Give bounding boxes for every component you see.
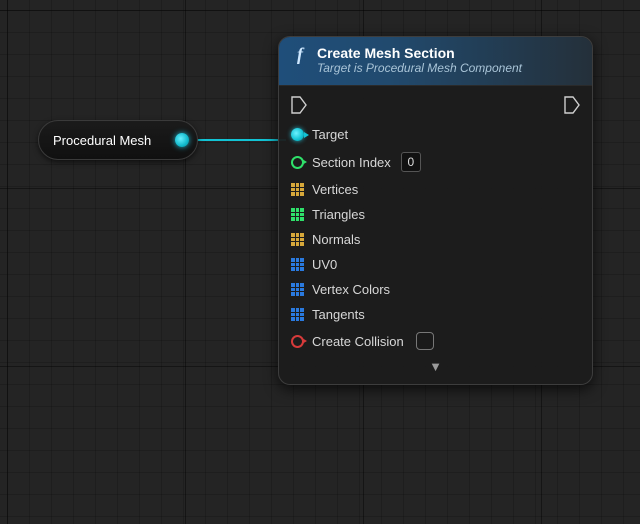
connection-wire (190, 139, 286, 141)
function-node-create-mesh-section[interactable]: f Create Mesh Section Target is Procedur… (278, 36, 593, 385)
pin-label: Vertex Colors (312, 282, 390, 297)
node-body: Target Section Index 0 Vertices Triangle… (279, 86, 592, 384)
pin-tangents[interactable]: Tangents (289, 302, 582, 327)
pin-label: Normals (312, 232, 360, 247)
pin-triangles[interactable]: Triangles (289, 202, 582, 227)
expand-node-button[interactable]: ▼ (289, 355, 582, 374)
pin-label: Triangles (312, 207, 365, 222)
chevron-down-icon: ▼ (429, 359, 442, 374)
object-pin-icon[interactable] (291, 128, 304, 141)
pin-target[interactable]: Target (289, 122, 582, 147)
pin-uv0[interactable]: UV0 (289, 252, 582, 277)
exec-input-pin[interactable] (291, 96, 307, 114)
pin-label: Create Collision (312, 334, 404, 349)
output-pin-procedural-mesh[interactable] (175, 133, 189, 147)
pin-label: UV0 (312, 257, 337, 272)
int-pin-icon[interactable] (291, 156, 304, 169)
array-pin-icon[interactable] (291, 208, 304, 221)
pin-vertex-colors[interactable]: Vertex Colors (289, 277, 582, 302)
array-pin-icon[interactable] (291, 183, 304, 196)
section-index-input[interactable]: 0 (401, 152, 421, 172)
array-pin-icon[interactable] (291, 258, 304, 271)
create-collision-checkbox[interactable] (416, 332, 434, 350)
pin-label: Target (312, 127, 348, 142)
pin-label: Vertices (312, 182, 358, 197)
node-subtitle: Target is Procedural Mesh Component (317, 61, 522, 75)
array-pin-icon[interactable] (291, 233, 304, 246)
variable-node-label: Procedural Mesh (53, 133, 151, 148)
pin-label: Section Index (312, 155, 391, 170)
exec-arrow-icon (564, 96, 580, 114)
array-pin-icon[interactable] (291, 283, 304, 296)
bool-pin-icon[interactable] (291, 335, 304, 348)
pin-section-index[interactable]: Section Index 0 (289, 147, 582, 177)
exec-arrow-icon (291, 96, 307, 114)
array-pin-icon[interactable] (291, 308, 304, 321)
node-header[interactable]: f Create Mesh Section Target is Procedur… (279, 37, 592, 86)
function-icon: f (291, 45, 309, 63)
exec-output-pin[interactable] (564, 96, 580, 114)
node-title: Create Mesh Section (317, 45, 522, 61)
variable-node-procedural-mesh[interactable]: Procedural Mesh (38, 120, 198, 160)
pin-normals[interactable]: Normals (289, 227, 582, 252)
pin-vertices[interactable]: Vertices (289, 177, 582, 202)
pin-label: Tangents (312, 307, 365, 322)
pin-create-collision[interactable]: Create Collision (289, 327, 582, 355)
